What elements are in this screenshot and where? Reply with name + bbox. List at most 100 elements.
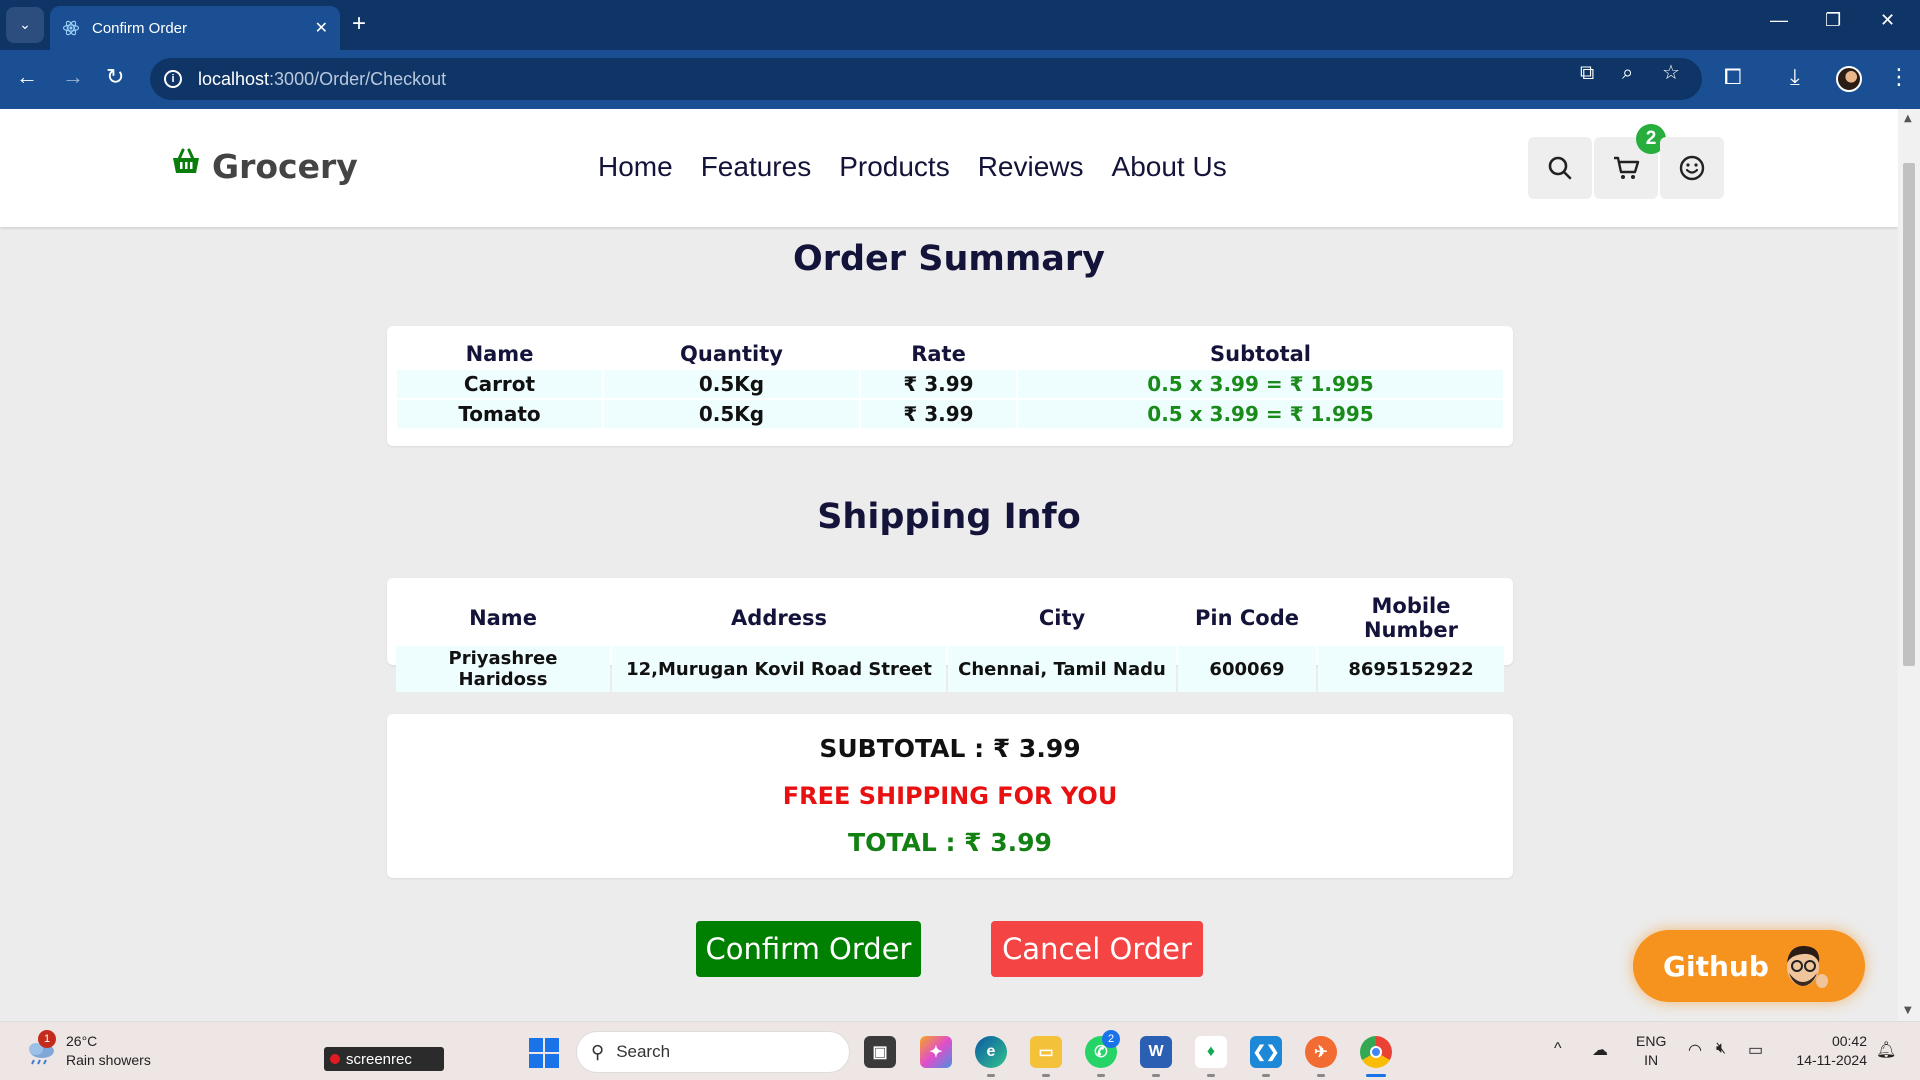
column-header-city: City	[1038, 606, 1086, 630]
github-button[interactable]: Github	[1633, 930, 1865, 1002]
nav-reviews[interactable]: Reviews	[978, 151, 1084, 183]
extensions-icon[interactable]: ⧠	[1724, 65, 1742, 90]
shipping-info-title: Shipping Info	[817, 497, 1081, 537]
task-view-icon[interactable]: ▣	[864, 1036, 896, 1068]
account-button[interactable]	[1660, 137, 1724, 199]
react-favicon-icon	[62, 20, 80, 36]
page-content: Grocery Home Features Products Reviews A…	[0, 109, 1898, 1021]
search-icon: ⚲	[591, 1041, 605, 1062]
search-icon	[1548, 156, 1572, 180]
nav-features[interactable]: Features	[701, 151, 812, 183]
page-scrollbar[interactable]: ▲ ▼	[1898, 109, 1920, 1021]
language-indicator[interactable]: ENG IN	[1636, 1032, 1666, 1070]
site-logo[interactable]: Grocery	[172, 147, 358, 186]
scroll-thumb[interactable]	[1903, 163, 1915, 666]
nav-about-us[interactable]: About Us	[1112, 151, 1227, 183]
shipping-city: Chennai, Tamil Nadu	[948, 646, 1176, 692]
region-code: IN	[1644, 1052, 1659, 1068]
nav-home[interactable]: Home	[598, 151, 673, 183]
memoji-avatar-icon	[1787, 945, 1828, 988]
record-dot-icon	[330, 1054, 340, 1064]
shopping-basket-icon	[173, 148, 199, 173]
weather-widget[interactable]: 1 26°C Rain showers	[24, 1030, 151, 1070]
clock-time: 00:42	[1831, 1033, 1867, 1049]
url-path: :3000/Order/Checkout	[269, 68, 447, 89]
edge-icon[interactable]: e	[975, 1036, 1007, 1068]
browser-menu-icon[interactable]: ⋮	[1888, 65, 1910, 90]
search-button[interactable]	[1528, 137, 1592, 199]
system-clock[interactable]: 00:42 14-11-2024	[1787, 1032, 1867, 1070]
new-tab-button[interactable]: +	[352, 10, 366, 38]
free-shipping-text: FREE SHIPPING FOR YOU	[782, 782, 1118, 810]
restore-button[interactable]: ❐	[1825, 10, 1841, 31]
profile-avatar[interactable]	[1836, 66, 1862, 92]
forward-button[interactable]: →	[62, 64, 84, 90]
download-icon[interactable]: ⤓	[1790, 65, 1800, 90]
column-header-pin-code: Pin Code	[1195, 606, 1299, 630]
reload-button[interactable]: ↻	[106, 64, 124, 90]
url-host: localhost	[198, 68, 270, 89]
postman-icon[interactable]: ✈	[1305, 1036, 1337, 1068]
confirm-order-button[interactable]: Confirm Order	[696, 921, 921, 977]
battery-icon[interactable]: ▭	[1748, 1040, 1763, 1060]
item-name: Carrot	[397, 370, 602, 398]
windows-start-icon[interactable]	[529, 1038, 559, 1068]
windows-taskbar: 1 26°C Rain showers screenrec ⚲ Search ▣…	[0, 1021, 1920, 1080]
notification-bell-icon[interactable]: 🔔︎	[1876, 1040, 1896, 1060]
order-summary-title: Order Summary	[792, 239, 1105, 279]
column-header-quantity: Quantity	[680, 342, 783, 366]
shipping-address: 12,Murugan Kovil Road Street	[612, 646, 946, 692]
temperature: 26°C	[66, 1033, 98, 1049]
column-header-mobile-number: Mobile Number	[1363, 594, 1459, 642]
minimize-button[interactable]: —	[1770, 10, 1788, 31]
clock-date: 14-11-2024	[1796, 1052, 1867, 1068]
chrome-icon[interactable]	[1360, 1036, 1392, 1068]
scroll-up-arrow-icon[interactable]: ▲	[1904, 113, 1912, 124]
tab-close-icon[interactable]: ✕	[315, 18, 328, 38]
show-hidden-icons-chevron-icon[interactable]: ^	[1554, 1040, 1562, 1058]
browser-tab-bar: ⌄ Confirm Order ✕ + — ❐ ✕	[0, 0, 1920, 50]
item-rate: ₹ 3.99	[861, 370, 1016, 398]
word-icon[interactable]: W	[1140, 1036, 1172, 1068]
shipping-info-table: Name Address City Pin Code Mobile Number…	[394, 588, 1506, 694]
screenrec-widget[interactable]: screenrec	[324, 1047, 444, 1071]
vscode-icon[interactable]: ❮❯	[1250, 1036, 1282, 1068]
weather-condition: Rain showers	[66, 1052, 151, 1068]
item-subtotal: 0.5 x 3.99 = ₹ 1.995	[1018, 370, 1503, 398]
total-text: TOTAL : ₹ 3.99	[848, 828, 1052, 857]
file-explorer-icon[interactable]: ▭	[1030, 1036, 1062, 1068]
tab-search-button[interactable]: ⌄	[6, 7, 44, 43]
shipping-pin-code: 600069	[1178, 646, 1316, 692]
whatsapp-badge: 2	[1102, 1030, 1120, 1048]
zoom-icon[interactable]: ⌕	[1622, 60, 1633, 84]
close-window-button[interactable]: ✕	[1880, 10, 1895, 31]
volume-muted-icon[interactable]: 🔇︎	[1716, 1040, 1726, 1058]
table-row: Priyashree Haridoss 12,Murugan Kovil Roa…	[396, 646, 1504, 692]
column-header-rate: Rate	[911, 342, 966, 366]
taskbar-search[interactable]: ⚲ Search	[576, 1031, 850, 1073]
scroll-down-arrow-icon[interactable]: ▼	[1904, 1005, 1912, 1016]
install-app-icon[interactable]: ⧉	[1580, 60, 1594, 84]
shipping-name: Priyashree Haridoss	[396, 646, 610, 692]
main-nav: Home Features Products Reviews About Us	[598, 151, 1227, 183]
onedrive-icon[interactable]: ☁	[1592, 1040, 1608, 1060]
wifi-icon[interactable]: ◠	[1688, 1040, 1702, 1060]
cancel-order-button[interactable]: Cancel Order	[991, 921, 1203, 977]
subtotal-text: SUBTOTAL : ₹ 3.99	[819, 734, 1081, 763]
taskbar-search-placeholder: Search	[616, 1042, 671, 1061]
github-label: Github	[1663, 949, 1769, 983]
browser-tab[interactable]: Confirm Order ✕	[50, 6, 340, 50]
address-bar[interactable]: i localhost:3000/Order/Checkout	[150, 58, 1702, 100]
site-info-icon[interactable]: i	[164, 70, 182, 88]
order-summary-table: Name Quantity Rate Subtotal Carrot 0.5Kg…	[395, 336, 1505, 430]
nav-products[interactable]: Products	[839, 151, 950, 183]
back-button[interactable]: ←	[16, 64, 38, 90]
bookmark-star-icon[interactable]: ☆	[1662, 60, 1680, 84]
item-quantity: 0.5Kg	[604, 370, 859, 398]
item-quantity: 0.5Kg	[604, 400, 859, 428]
cart-icon	[1614, 156, 1640, 179]
mongodb-compass-icon[interactable]: ♦	[1195, 1036, 1227, 1068]
item-subtotal: 0.5 x 3.99 = ₹ 1.995	[1018, 400, 1503, 428]
rain-cloud-icon: 1	[24, 1030, 58, 1066]
copilot-icon[interactable]: ✦	[920, 1036, 952, 1068]
